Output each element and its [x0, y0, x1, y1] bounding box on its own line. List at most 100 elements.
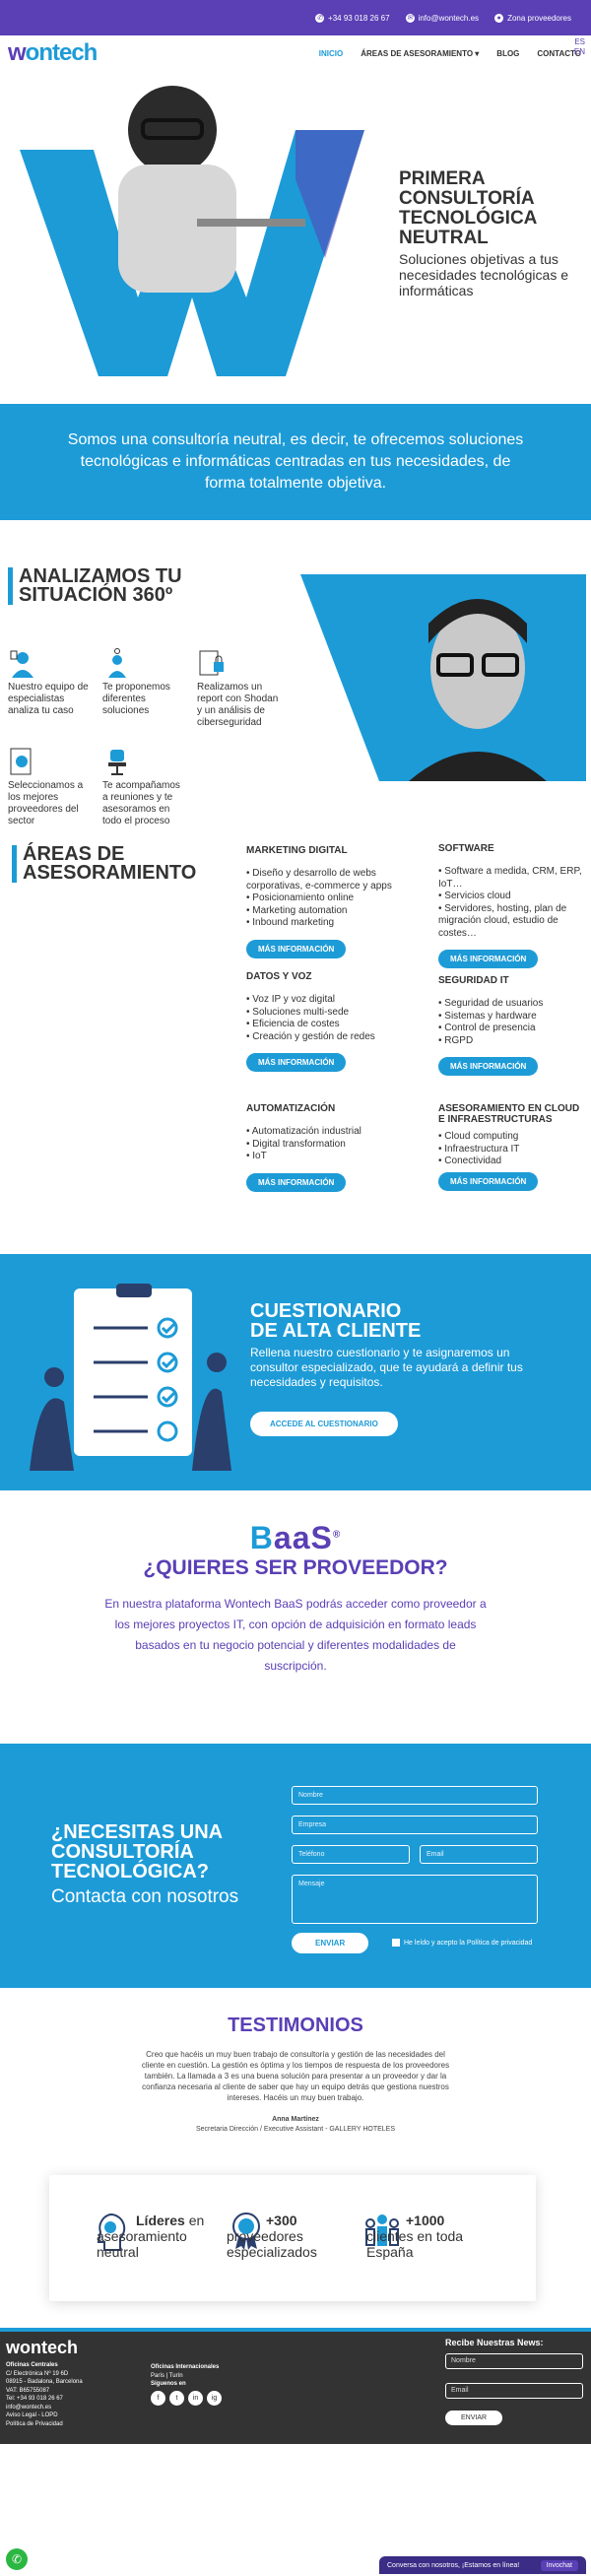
- logo[interactable]: wontech: [8, 39, 98, 67]
- follow-label: Síguenos en: [151, 2381, 186, 2387]
- analyze-title: ANALIZAMOS TU SITUACIÓN 360º: [8, 566, 205, 605]
- supplier-zone-link[interactable]: ● Zona proveedores: [494, 13, 571, 23]
- facebook-icon[interactable]: f: [151, 2391, 165, 2406]
- instagram-icon[interactable]: ig: [207, 2391, 222, 2406]
- area-list-item: IoT: [246, 1151, 428, 1163]
- name-field[interactable]: Nombre: [292, 1786, 538, 1805]
- questionnaire-title: CUESTIONARIO DE ALTA CLIENTE: [250, 1300, 422, 1342]
- contact-subtitle: Contacta con nosotros: [51, 1886, 239, 1907]
- main-nav: INICIO ÁREAS DE ASESORAMIENTO ▾ BLOG CON…: [319, 49, 581, 58]
- stat-label: clientes en toda España: [366, 2228, 464, 2260]
- more-info-button[interactable]: MÁS INFORMACIÓN: [438, 1057, 539, 1076]
- checklist-illustration: [30, 1284, 231, 1471]
- stats-card: Líderes en asesoramiento neutral +300 pr…: [49, 2175, 536, 2301]
- area-title: AUTOMATIZACIÓN: [246, 1103, 336, 1114]
- newsletter-name-field[interactable]: Nombre: [445, 2353, 583, 2369]
- footer-email-link[interactable]: info@wontech.es: [6, 2404, 83, 2412]
- newsletter-send-button[interactable]: ENVIAR: [445, 2411, 503, 2425]
- more-info-button[interactable]: MÁS INFORMACIÓN: [246, 1053, 347, 1072]
- header: wontech INICIO ÁREAS DE ASESORAMIENTO ▾ …: [0, 35, 591, 71]
- nav-areas[interactable]: ÁREAS DE ASESORAMIENTO ▾: [361, 49, 479, 58]
- baas-logo: BaaS®: [0, 1520, 591, 1556]
- questionnaire-button[interactable]: ACCEDE AL CUESTIONARIO: [250, 1412, 398, 1436]
- newsletter-title: Recibe Nuestras News:: [445, 2338, 544, 2347]
- area-list-item: Soluciones multi-sede: [246, 1007, 428, 1020]
- area-list-item: Software a medida, CRM, ERP, IoT…: [438, 866, 586, 891]
- footer-logo[interactable]: wontech: [6, 2338, 78, 2358]
- stats-section: Líderes en asesoramiento neutral +300 pr…: [0, 2160, 591, 2328]
- more-info-button[interactable]: MÁS INFORMACIÓN: [246, 1172, 347, 1192]
- privacy-link[interactable]: Política de Privacidad: [6, 2420, 83, 2429]
- neutral-band: Somos una consultoría neutral, es decir,…: [0, 404, 591, 520]
- more-info-button[interactable]: MÁS INFORMACIÓN: [246, 939, 347, 958]
- legal-link[interactable]: Aviso Legal - LOPD: [6, 2411, 83, 2420]
- chat-text: Conversa con nosotros, ¡Estamos en línea…: [387, 2561, 520, 2569]
- more-info-button[interactable]: MÁS INFORMACIÓN: [438, 1171, 539, 1191]
- phone-field[interactable]: Teléfono: [292, 1845, 410, 1864]
- mail-icon: ✉: [405, 13, 415, 23]
- area-automatizacion: AUTOMATIZACIÓN Automatización industrial…: [246, 1103, 428, 1192]
- area-cloud: ASESORAMIENTO EN CLOUD E INFRAESTRUCTURA…: [438, 1103, 586, 1191]
- consultant-photo: [300, 574, 586, 781]
- footer-line: C/ Electrónica Nº 19 6D: [6, 2370, 69, 2377]
- chat-widget[interactable]: Conversa con nosotros, ¡Estamos en línea…: [379, 2556, 586, 2574]
- hero-subtitle: Soluciones objetivas a tus necesidades t…: [399, 251, 569, 298]
- analyze-item: Nuestro equipo de especialistas analiza …: [8, 648, 91, 729]
- lang-en[interactable]: EN: [574, 47, 585, 57]
- questionnaire-text: Rellena nuestro cuestionario y te asigna…: [250, 1346, 523, 1389]
- phone-link[interactable]: ✆ +34 93 018 26 67: [315, 13, 390, 23]
- area-list-item: Servicios cloud: [438, 891, 586, 903]
- stat-label: proveedores especializados: [227, 2228, 317, 2260]
- analyze-item: Te proponemos diferentes soluciones: [102, 648, 185, 729]
- email-field[interactable]: Email: [420, 1845, 538, 1864]
- analyze-item-text: Te proponemos diferentes soluciones: [102, 682, 170, 716]
- whatsapp-icon[interactable]: ✆: [6, 2548, 28, 2570]
- area-seguridad: SEGURIDAD IT Seguridad de usuarios Siste…: [438, 975, 586, 1076]
- area-list-item: Diseño y desarrollo de webs corporativas…: [246, 868, 428, 892]
- privacy-checkbox[interactable]: He leído y acepto la Política de privaci…: [392, 1939, 532, 1947]
- company-field[interactable]: Empresa: [292, 1816, 538, 1834]
- chat-button[interactable]: Invochat: [540, 2559, 578, 2571]
- area-title: SEGURIDAD IT: [438, 975, 509, 986]
- message-field[interactable]: Mensaje: [292, 1875, 538, 1924]
- more-info-button[interactable]: MÁS INFORMACIÓN: [438, 950, 539, 968]
- areas-title: ÁREAS DE ASESORAMIENTO: [12, 844, 209, 883]
- registered-mark: ®: [332, 1529, 342, 1541]
- testimonials-section: TESTIMONIOS Creo que hacéis un muy buen …: [0, 1988, 591, 2160]
- twitter-icon[interactable]: t: [169, 2391, 184, 2406]
- footer-line: París | Turín: [151, 2372, 183, 2379]
- questionnaire-section: CUESTIONARIO DE ALTA CLIENTE Rellena nue…: [0, 1254, 591, 1490]
- hero-title: PRIMERA CONSULTORÍA TECNOLÓGICA NEUTRAL: [399, 168, 538, 248]
- social-links: f t in ig: [151, 2391, 222, 2406]
- area-list-item: Automatización industrial: [246, 1126, 428, 1139]
- nav-blog[interactable]: BLOG: [496, 49, 519, 58]
- logo-text: ontech: [25, 39, 98, 66]
- lang-es[interactable]: ES: [574, 37, 585, 47]
- analyze-item-text: Nuestro equipo de especialistas analiza …: [8, 682, 89, 716]
- email-link[interactable]: ✉ info@wontech.es: [405, 13, 480, 23]
- newsletter-email-field[interactable]: Email: [445, 2383, 583, 2399]
- send-button[interactable]: ENVIAR: [292, 1933, 369, 1953]
- hero-w-image: [20, 86, 364, 376]
- footer-line: Tel: +34 93 018 26 67: [6, 2396, 63, 2402]
- linkedin-icon[interactable]: in: [188, 2391, 203, 2406]
- phone-icon: ✆: [315, 13, 325, 23]
- footer-line: 08915 - Badalona, Barcelona: [6, 2379, 83, 2385]
- analyze-items: Nuestro equipo de especialistas analiza …: [8, 648, 284, 827]
- contact-section: ¿NECESITAS UNA CONSULTORÍA TECNOLÓGICA? …: [0, 1744, 591, 1988]
- area-list-item: Creación y gestión de redes: [246, 1031, 428, 1044]
- central-offices: Oficinas Centrales C/ Electrónica Nº 19 …: [6, 2361, 83, 2428]
- area-list-item: Sistemas y hardware: [438, 1011, 586, 1024]
- area-list: Software a medida, CRM, ERP, IoT… Servic…: [438, 866, 586, 940]
- privacy-label: He leído y acepto la Política de privaci…: [404, 1939, 533, 1947]
- area-title: DATOS Y VOZ: [246, 971, 312, 982]
- testimonial-author: Anna Martínez: [272, 2116, 319, 2123]
- area-software: SOFTWARE Software a medida, CRM, ERP, Io…: [438, 843, 586, 968]
- testimonial-quote: Creo que hacéis un muy buen trabajo de c…: [141, 2050, 450, 2102]
- nav-inicio[interactable]: INICIO: [319, 49, 343, 58]
- chevron-down-icon: ▾: [475, 48, 480, 58]
- user-icon: ●: [494, 13, 504, 23]
- email-text: info@wontech.es: [418, 13, 480, 23]
- area-list-item: Inbound marketing: [246, 917, 428, 930]
- testimonials-title: TESTIMONIOS: [228, 2015, 363, 2036]
